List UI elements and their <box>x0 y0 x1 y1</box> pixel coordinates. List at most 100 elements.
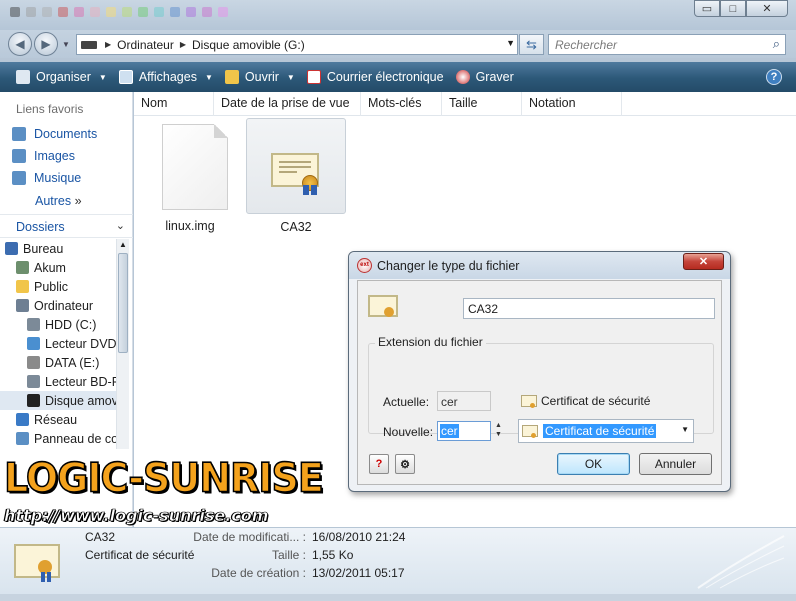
file-name: CA32 <box>280 220 312 234</box>
ok-button[interactable]: OK <box>557 453 630 475</box>
double-chevron-icon: » <box>74 194 82 208</box>
settings-button[interactable]: ⚙ <box>395 454 415 474</box>
views-label: Affichages <box>138 70 197 84</box>
folders-title: Dossiers <box>16 220 65 234</box>
folder-icon <box>27 356 40 369</box>
address-bar[interactable]: ▶ Ordinateur ▶ Disque amovible (G:) ▼ <box>76 34 518 55</box>
folder-icon <box>16 261 29 274</box>
cancel-button[interactable]: Annuler <box>639 453 712 475</box>
filename-field[interactable]: CA32 <box>463 298 715 319</box>
tree-item-label: Lecteur DVD <box>45 336 117 351</box>
gear-icon: ⚙ <box>400 458 410 471</box>
tree-item-label: Lecteur BD-R <box>45 374 118 389</box>
spin-down-icon[interactable]: ▼ <box>495 431 502 438</box>
certificate-icon <box>521 395 537 408</box>
current-ext-label: Actuelle: <box>383 395 430 409</box>
tree-item[interactable]: Panneau de co <box>0 429 118 448</box>
tree-item-label: HDD (C:) <box>45 317 97 332</box>
search-input[interactable]: Rechercher ⌕ <box>548 34 786 55</box>
more-favorites-link[interactable]: Autres » <box>35 194 82 208</box>
drive-icon <box>81 40 97 49</box>
spin-up-icon[interactable]: ▲ <box>495 422 502 429</box>
blurred-title-area <box>10 2 260 22</box>
scroll-up-icon[interactable]: ▲ <box>119 240 127 249</box>
favorite-music[interactable]: Musique <box>12 171 81 185</box>
organize-button[interactable]: Organiser ▼ <box>10 62 113 92</box>
help-icon: ? <box>375 458 383 470</box>
views-button[interactable]: Affichages ▼ <box>113 62 219 92</box>
ext-spinner[interactable]: ▲ ▼ <box>495 421 502 439</box>
tree-item-label: Panneau de co <box>34 431 118 446</box>
tree-item[interactable]: Lecteur BD-R <box>0 372 118 391</box>
minimize-button[interactable]: ▭ <box>694 0 720 17</box>
tree-item[interactable]: Ordinateur <box>0 296 118 315</box>
blank-file-icon <box>162 124 228 210</box>
breadcrumb-ordinateur[interactable]: Ordinateur <box>111 38 180 52</box>
search-placeholder: Rechercher <box>555 38 618 52</box>
tree-item-label: Ordinateur <box>34 298 94 313</box>
dialog-close-button[interactable]: ✕ <box>683 253 724 270</box>
column-header-tags[interactable]: Mots-clés <box>361 92 442 116</box>
column-header-rating[interactable]: Notation <box>522 92 622 116</box>
certificate-icon <box>368 295 398 319</box>
tree-item-label: Bureau <box>23 241 64 256</box>
column-header-name[interactable]: Nom <box>134 92 214 116</box>
refresh-button[interactable]: ⇆ <box>519 34 544 55</box>
folder-icon <box>16 299 29 312</box>
favorite-label: Musique <box>34 171 82 185</box>
history-dropdown-icon[interactable]: ▼ <box>62 40 70 49</box>
documents-icon <box>12 127 26 141</box>
open-label: Ouvrir <box>244 70 279 84</box>
help-icon[interactable]: ? <box>766 69 782 85</box>
decorative-swoosh <box>697 535 785 589</box>
folder-icon <box>27 337 40 350</box>
column-header-date-taken[interactable]: Date de la prise de vue <box>214 92 361 116</box>
tree-scrollbar[interactable]: ▲ <box>116 239 129 449</box>
back-arrow-icon: ◀ <box>15 37 25 51</box>
tree-item[interactable]: Lecteur DVD <box>0 334 118 353</box>
folder-icon <box>16 280 29 293</box>
logo-text: LOGIC-SUNRISE <box>3 454 324 502</box>
certificate-icon <box>14 538 64 584</box>
search-icon[interactable]: ⌕ <box>773 36 780 52</box>
burn-button[interactable]: Graver <box>450 62 520 92</box>
address-dropdown-icon[interactable]: ▼ <box>506 38 515 48</box>
close-button[interactable]: ✕ <box>746 0 788 17</box>
tree-item-label: Disque amov <box>45 393 118 408</box>
new-ext-input[interactable]: cer <box>437 421 491 441</box>
modified-label: Date de modificati... : <box>193 530 306 544</box>
scrollbar-thumb[interactable] <box>118 253 128 353</box>
tree-item[interactable]: Disque amov <box>0 391 118 410</box>
tree-item[interactable]: Réseau <box>0 410 118 429</box>
favorite-documents[interactable]: Documents <box>12 127 97 141</box>
certificate-icon <box>522 425 538 438</box>
favorite-label: Documents <box>34 127 98 141</box>
organize-icon <box>16 70 30 84</box>
favorite-images[interactable]: Images <box>12 149 75 163</box>
details-pane: CA32 Certificat de sécurité Date de modi… <box>0 527 796 594</box>
forward-button[interactable]: ▶ <box>34 32 58 56</box>
size-value: 1,55 Ko <box>312 548 354 562</box>
maximize-button[interactable]: □ <box>720 0 746 17</box>
open-button[interactable]: Ouvrir ▼ <box>219 62 301 92</box>
back-button[interactable]: ◀ <box>8 32 32 56</box>
tree-item[interactable]: HDD (C:) <box>0 315 118 334</box>
new-ext-label: Nouvelle: <box>383 425 434 439</box>
file-type-select[interactable]: Certificat de sécurité ▼ <box>518 419 694 443</box>
tree-item-label: Public <box>34 279 69 294</box>
column-header-size[interactable]: Taille <box>442 92 522 116</box>
file-item-linux-img[interactable]: linux.img <box>140 118 240 233</box>
tree-item[interactable]: Akum <box>0 258 118 277</box>
file-item-ca32[interactable]: CA32 <box>246 118 346 234</box>
email-button[interactable]: Courrier électronique <box>301 62 450 92</box>
favorite-label: Images <box>34 149 75 163</box>
tree-item[interactable]: DATA (E:) <box>0 353 118 372</box>
chevron-down-icon[interactable]: ▼ <box>681 425 689 434</box>
folders-header[interactable]: Dossiers ⌄ <box>0 214 133 238</box>
help-button[interactable]: ? <box>369 454 389 474</box>
breadcrumb-removable-disk[interactable]: Disque amovible (G:) <box>186 38 311 52</box>
tree-item[interactable]: Bureau <box>0 239 118 258</box>
tree-item[interactable]: Public <box>0 277 118 296</box>
new-ext-value: cer <box>440 424 459 438</box>
current-ext-field: cer <box>437 391 491 411</box>
